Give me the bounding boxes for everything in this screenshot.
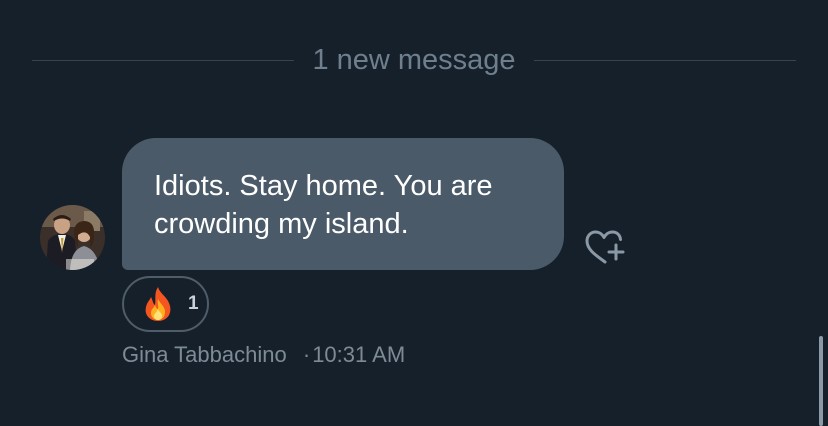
new-message-divider: 1 new message bbox=[32, 40, 796, 80]
sender-name[interactable]: Gina Tabbachino bbox=[122, 342, 287, 367]
dm-conversation: 1 new message Idiots. Stay home. You are… bbox=[0, 0, 828, 426]
avatar-photo bbox=[40, 205, 105, 270]
new-message-label: 1 new message bbox=[312, 43, 516, 76]
add-reaction-button[interactable] bbox=[583, 228, 627, 268]
reaction-count: 1 bbox=[188, 293, 199, 314]
meta-separator: · bbox=[302, 342, 311, 367]
message-text: Idiots. Stay home. You are crowding my i… bbox=[154, 170, 493, 240]
fire-reaction-pill[interactable]: 1 bbox=[122, 276, 209, 332]
divider-line-right bbox=[533, 59, 796, 61]
message-meta: Gina Tabbachino ·10:31 AM bbox=[122, 342, 405, 368]
avatar[interactable] bbox=[40, 205, 105, 270]
heart-plus-icon bbox=[585, 230, 625, 264]
fire-icon bbox=[145, 287, 171, 321]
scrollbar[interactable] bbox=[819, 336, 823, 426]
divider-line-left bbox=[32, 59, 295, 61]
message-timestamp: 10:31 AM bbox=[312, 342, 406, 367]
message-bubble[interactable]: Idiots. Stay home. You are crowding my i… bbox=[122, 138, 564, 270]
